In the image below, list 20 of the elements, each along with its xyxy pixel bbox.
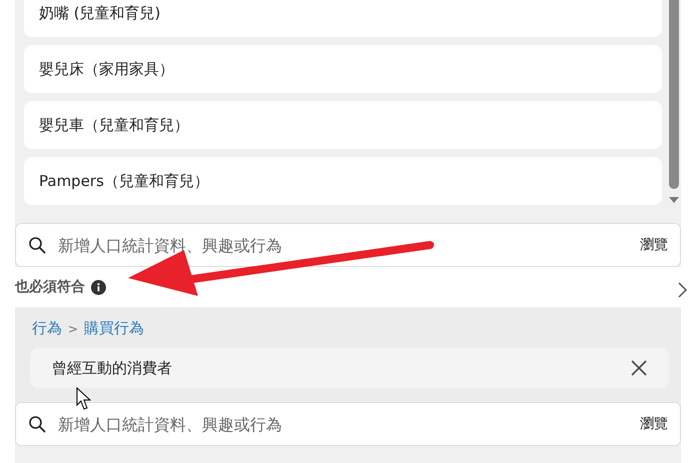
breadcrumb-link[interactable]: 行為 xyxy=(32,319,62,338)
search-icon xyxy=(28,236,46,254)
breadcrumb-separator: > xyxy=(68,322,78,336)
close-icon[interactable] xyxy=(631,360,647,376)
scroll-down-icon[interactable] xyxy=(668,197,678,203)
suggestion-item[interactable]: 奶嘴 (兒童和育兒) xyxy=(24,0,662,37)
suggestion-item[interactable]: 嬰兒車（兒童和育兒） xyxy=(24,101,662,149)
info-icon[interactable] xyxy=(91,280,106,294)
scrollbar[interactable] xyxy=(668,0,679,205)
chevron-right-icon[interactable] xyxy=(678,282,687,298)
suggestion-item[interactable]: Pampers（兒童和育兒） xyxy=(24,157,662,205)
browse-button[interactable]: 瀏覽 xyxy=(640,415,668,433)
section-title: 也必須符合 xyxy=(15,278,85,296)
suggestion-item[interactable]: 嬰兒床（家用家具） xyxy=(24,45,662,93)
search-field[interactable]: 新增人口統計資料、興趣或行為 瀏覽 xyxy=(15,402,681,446)
search-icon xyxy=(28,415,46,433)
breadcrumb-link[interactable]: 購買行為 xyxy=(84,319,144,338)
browse-button[interactable]: 瀏覽 xyxy=(640,236,668,254)
criterion-label: 曾經互動的消費者 xyxy=(52,358,172,378)
search-field[interactable]: 新增人口統計資料、興趣或行為 瀏覽 xyxy=(15,223,681,267)
